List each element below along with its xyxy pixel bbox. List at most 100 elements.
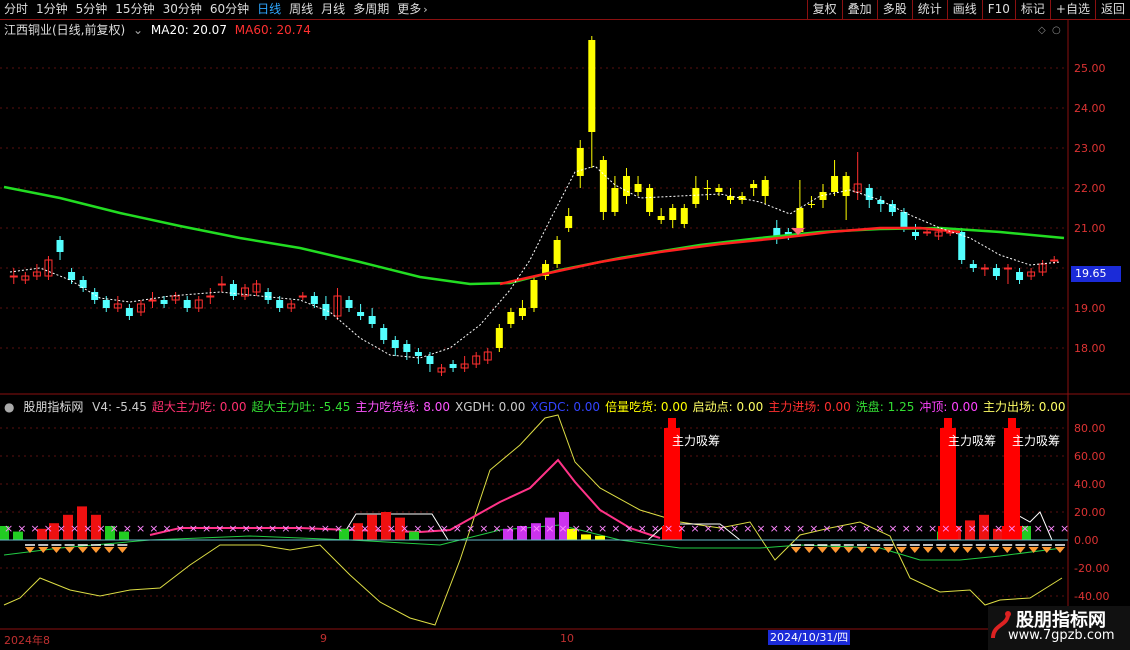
- indicator-x-mark: ×: [717, 522, 726, 535]
- tool-button-1[interactable]: 叠加: [841, 0, 877, 19]
- indicator-spike-top: [668, 418, 676, 428]
- tool-button-6[interactable]: 标记: [1014, 0, 1050, 19]
- indicator-red-bar: [965, 520, 975, 540]
- candle-body: [969, 264, 977, 268]
- indicator-green-bar: [119, 531, 129, 540]
- candle-body: [599, 160, 607, 212]
- tab-period-0[interactable]: 分时: [0, 0, 32, 19]
- indicator-x-mark: ×: [888, 522, 897, 535]
- candle-body: [542, 264, 550, 276]
- candle-body: [992, 268, 1000, 276]
- candle-body: [911, 232, 919, 236]
- candle-body: [761, 180, 769, 196]
- indicator-spike-base: [938, 526, 958, 540]
- candle-body: [900, 212, 908, 228]
- indicator-x-mark: ×: [572, 522, 581, 535]
- tool-buttons: 复权 叠加 多股 统计 画线 F10 标记 +自选 返回: [806, 0, 1130, 19]
- price-tick-label: 19.00: [1074, 302, 1106, 315]
- indicator-diamond-icon: [870, 547, 881, 553]
- indicator-x-mark: ×: [954, 522, 963, 535]
- candle-body: [946, 231, 955, 234]
- cursor-date-label: 2024/10/31/四: [768, 630, 851, 645]
- candle-body: [680, 208, 688, 224]
- indicator-red-bar: [63, 514, 73, 540]
- tab-period-6[interactable]: 日线: [253, 0, 285, 19]
- candle-body: [113, 303, 122, 309]
- candle-body: [773, 228, 781, 236]
- indicator-yellow-bar: [595, 535, 605, 540]
- indicator-diamond-icon: [51, 547, 62, 553]
- tab-period-7[interactable]: 周线: [285, 0, 317, 19]
- candle-body: [1038, 263, 1047, 273]
- tool-button-0[interactable]: 复权: [806, 0, 842, 19]
- candle-body: [553, 240, 561, 264]
- circle-icon: ○: [1052, 25, 1061, 36]
- candle-body: [264, 292, 272, 300]
- tab-period-9[interactable]: 多周期: [349, 0, 393, 19]
- tool-button-2[interactable]: 多股: [876, 0, 912, 19]
- indicator-diamond-icon: [64, 547, 75, 553]
- candle-body: [44, 259, 53, 277]
- indicator-x-mark: ×: [1047, 522, 1056, 535]
- candle-body: [368, 316, 376, 324]
- indicator-diamond-icon: [791, 547, 801, 553]
- indicator-diamond-icon: [843, 547, 854, 553]
- indicator-x-mark: ×: [585, 522, 594, 535]
- kline-chart[interactable]: 25.00 24.00 23.00 22.00 21.00 19.00 18.00 ◇ ○ 80.…: [0, 0, 1130, 650]
- tab-period-8[interactable]: 月线: [317, 0, 349, 19]
- indicator-spike: [664, 428, 680, 540]
- indicator-green-bar: [1021, 526, 1031, 540]
- price-tick-label: 21.00: [1074, 222, 1106, 235]
- indicator-annotation: 主力吸筹: [1012, 434, 1060, 448]
- candle-body: [483, 351, 492, 361]
- candle-body: [183, 300, 191, 308]
- indicator-x-mark: ×: [400, 522, 409, 535]
- tool-button-4[interactable]: 画线: [946, 0, 982, 19]
- tool-button-3[interactable]: 统计: [911, 0, 947, 19]
- indicator-x-mark: ×: [413, 522, 422, 535]
- indicator-diamond-icon: [91, 547, 101, 553]
- tab-period-2[interactable]: 5分钟: [72, 0, 112, 19]
- side-panel-strip[interactable]: [1118, 20, 1130, 392]
- candle-body: [750, 184, 758, 188]
- indicator-x-mark: ×: [611, 522, 620, 535]
- indicator-x-mark: ×: [44, 522, 53, 535]
- candle-body: [287, 303, 296, 309]
- more-arrow-icon[interactable]: ›: [423, 3, 427, 16]
- candle-body: [796, 208, 804, 232]
- candle-body: [32, 271, 41, 277]
- tab-period-4[interactable]: 30分钟: [159, 0, 206, 19]
- stock-title[interactable]: 江西铜业(日线,前复权): [4, 23, 125, 37]
- indicator-value-0: V4: -5.45: [92, 400, 147, 414]
- last-price-tag: 19.65: [1071, 266, 1121, 282]
- candle-body: [738, 196, 746, 200]
- candle-body: [784, 232, 792, 236]
- candle-body: [217, 283, 226, 286]
- indicator-name[interactable]: 股朋指标网: [23, 400, 83, 414]
- tab-period-5[interactable]: 60分钟: [206, 0, 253, 19]
- indicator-tick-label: 60.00: [1074, 450, 1106, 463]
- candle-body: [125, 308, 133, 316]
- candle-body: [819, 192, 827, 200]
- tab-period-1[interactable]: 1分钟: [32, 0, 72, 19]
- settings-circle-icon[interactable]: ●: [4, 400, 14, 414]
- indicator-red-bar: [77, 506, 87, 540]
- indicator-green-bar: [0, 526, 9, 540]
- ma60-line: [499, 226, 961, 286]
- indicator-x-mark: ×: [770, 522, 779, 535]
- candle-body: [79, 280, 87, 288]
- tool-button-7[interactable]: +自选: [1049, 0, 1095, 19]
- tab-period-10[interactable]: 更多: [393, 0, 425, 19]
- tool-button-5[interactable]: F10: [981, 0, 1015, 19]
- indicator-x-mark: ×: [492, 522, 501, 535]
- indicator-green-bar: [105, 526, 115, 540]
- candle-body: [276, 300, 284, 308]
- indicator-x-mark: ×: [149, 522, 158, 535]
- period-tabs: 分时 1分钟 5分钟 15分钟 30分钟 60分钟 日线 周线 月线 多周期 更多: [0, 0, 425, 19]
- indicator-x-mark: ×: [30, 522, 39, 535]
- tool-button-8[interactable]: 返回: [1094, 0, 1130, 19]
- indicator-diamond-icon: [909, 547, 920, 553]
- tab-period-3[interactable]: 15分钟: [111, 0, 158, 19]
- chevron-down-icon[interactable]: ⌄: [133, 23, 143, 37]
- indicator-x-mark: ×: [110, 522, 119, 535]
